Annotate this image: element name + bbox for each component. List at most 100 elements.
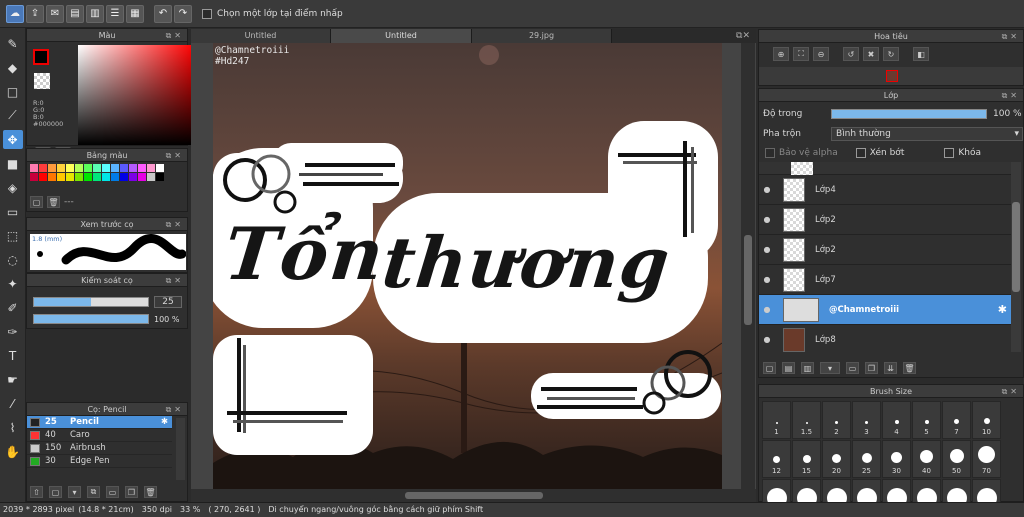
layer-row[interactable]: ● Lớp4 [759, 175, 1011, 205]
visibility-eye-icon[interactable]: ● [759, 275, 775, 284]
brush-size-option[interactable]: 5 [912, 401, 941, 439]
brush-list-item[interactable]: 25 Pencil ✱ [27, 416, 172, 429]
comment-icon[interactable]: ▤ [66, 4, 84, 23]
panel-window-icons[interactable]: ⧉✕ [166, 149, 184, 162]
fill-rect-tool-icon[interactable]: ■ [3, 154, 23, 173]
brush-size-option[interactable]: 10 [972, 401, 1001, 439]
layer-folder-icon[interactable]: ▭ [846, 362, 859, 374]
brush-duplicate-icon[interactable]: ❐ [125, 486, 138, 498]
eraser-tool-icon[interactable]: ◆ [3, 58, 23, 77]
clipping-option[interactable]: Xén bớt [855, 148, 904, 158]
palette-swatch[interactable] [75, 164, 83, 172]
layer-list-scrollbar[interactable] [1011, 162, 1021, 352]
palette-swatch[interactable] [39, 173, 47, 181]
zoom-in-icon[interactable]: ⊕ [773, 47, 789, 61]
clipping-checkbox[interactable] [855, 148, 866, 158]
layer-row[interactable]: ● @Chamnetroiii ✱ [759, 295, 1011, 325]
lasso-tool-icon[interactable]: ◌ [3, 250, 23, 269]
visibility-eye-icon[interactable]: ● [759, 305, 775, 314]
visibility-eye-icon[interactable]: ● [759, 335, 775, 344]
list-icon[interactable]: ☰ [106, 4, 124, 23]
canvas-viewport[interactable]: @Chamnetroiii #Hd247 Tổn thương [191, 43, 756, 489]
panel-window-icons[interactable]: ⧉✕ [1002, 385, 1020, 398]
brush-size-option[interactable]: 20 [822, 440, 851, 478]
select-layer-option[interactable]: Chọn một lớp tại điểm nhấp [202, 8, 343, 19]
tab-29-jpg[interactable]: 29.jpg [472, 29, 612, 43]
palette-swatch[interactable] [39, 164, 47, 172]
vertical-scroll-thumb[interactable] [744, 235, 752, 325]
document-icon[interactable]: ▥ [86, 4, 104, 23]
redo-icon[interactable]: ↷ [174, 4, 192, 23]
panel-window-icons[interactable]: ⧉✕ [166, 218, 184, 231]
select-rect-tool-icon[interactable]: ⬚ [3, 226, 23, 245]
brush-list-scrollbar[interactable] [176, 418, 185, 480]
brush-size-option[interactable]: 25 [852, 440, 881, 478]
layer-row[interactable]: ● Lớp8 [759, 325, 1011, 352]
chat-icon[interactable]: ✉ [46, 4, 64, 23]
brush-opacity-slider[interactable] [33, 314, 149, 324]
palette-swatch[interactable] [138, 164, 146, 172]
layer-add-menu-icon[interactable]: ▾ [820, 362, 840, 374]
layer-scroll-thumb[interactable] [1012, 202, 1020, 292]
pen-tool-icon[interactable]: ⟋ [3, 106, 23, 125]
gradient-tool-icon[interactable]: ▭ [3, 202, 23, 221]
transparent-color-swatch[interactable] [34, 73, 50, 89]
palette-swatch[interactable] [75, 173, 83, 181]
rotate-right-icon[interactable]: ↻ [883, 47, 899, 61]
divide-tool-icon[interactable]: ⁄ [3, 394, 23, 413]
palette-swatch[interactable] [129, 164, 137, 172]
layer-row[interactable]: ● Lớp2 [759, 205, 1011, 235]
brush-size-option[interactable]: 1 [762, 401, 791, 439]
saturation-value-picker[interactable] [78, 45, 194, 145]
gear-icon[interactable]: ✱ [161, 417, 168, 427]
brush-size-option[interactable]: 15 [792, 440, 821, 478]
brush-size-option[interactable]: 30 [882, 440, 911, 478]
brush-size-option[interactable]: 70 [972, 440, 1001, 478]
palette-swatch[interactable] [57, 173, 65, 181]
new-1bit-layer-icon[interactable]: ▥ [801, 362, 814, 374]
tab-untitled-2[interactable]: Untitled [331, 29, 472, 43]
palette-swatch[interactable] [48, 173, 56, 181]
bucket-tool-icon[interactable]: ◈ [3, 178, 23, 197]
palette-swatch[interactable] [156, 164, 164, 172]
brush-copy-icon[interactable]: ⧉ [87, 486, 100, 498]
palette-swatch[interactable] [120, 164, 128, 172]
palette-swatch[interactable] [102, 164, 110, 172]
palette-swatch[interactable] [84, 164, 92, 172]
protect-alpha-option[interactable]: Bảo vệ alpha [765, 148, 838, 158]
layer-row[interactable]: ● Lớp7 [759, 265, 1011, 295]
palette-swatch[interactable] [129, 173, 137, 181]
operation-tool-icon[interactable]: ☛ [3, 370, 23, 389]
delete-palette-icon[interactable]: 🗑 [47, 196, 60, 208]
lock-checkbox[interactable] [944, 148, 955, 158]
palette-swatch[interactable] [48, 164, 56, 172]
delete-layer-icon[interactable]: 🗑 [903, 362, 916, 374]
palette-swatch[interactable] [66, 173, 74, 181]
palette-swatch[interactable] [147, 173, 155, 181]
brush-size-option[interactable]: 7 [942, 401, 971, 439]
brush-tool-icon[interactable]: ✎ [3, 34, 23, 53]
palette-swatch[interactable] [93, 173, 101, 181]
brush-list-item[interactable]: 150 Airbrush [27, 442, 172, 455]
canvas-vertical-scrollbar[interactable] [741, 43, 755, 489]
brush-size-value[interactable]: 25 [154, 296, 182, 308]
palette-swatch[interactable] [84, 173, 92, 181]
palette-swatch[interactable] [30, 173, 38, 181]
artwork-canvas[interactable]: @Chamnetroiii #Hd247 Tổn thương [213, 43, 722, 489]
palette-swatch[interactable] [57, 164, 65, 172]
tab-untitled-1[interactable]: Untitled [191, 29, 331, 43]
new-halftone-layer-icon[interactable]: ▤ [782, 362, 795, 374]
select-eraser-tool-icon[interactable]: ✑ [3, 322, 23, 341]
layer-row[interactable]: ● Lớp2 [759, 235, 1011, 265]
cloud-icon[interactable]: ☁ [6, 4, 24, 23]
reset-view-icon[interactable]: ✖ [863, 47, 879, 61]
brush-list-item[interactable]: 30 Edge Pen [27, 455, 172, 468]
brush-size-option[interactable]: 1.5 [792, 401, 821, 439]
brush-size-option[interactable]: 40 [912, 440, 941, 478]
select-layer-checkbox[interactable] [202, 8, 212, 19]
layer-opacity-slider[interactable] [831, 109, 987, 119]
text-tool-icon[interactable]: T [3, 346, 23, 365]
brush-size-option[interactable]: 12 [762, 440, 791, 478]
merge-layer-icon[interactable]: ⇊ [884, 362, 897, 374]
panel-window-icons[interactable]: ⧉✕ [166, 403, 184, 416]
